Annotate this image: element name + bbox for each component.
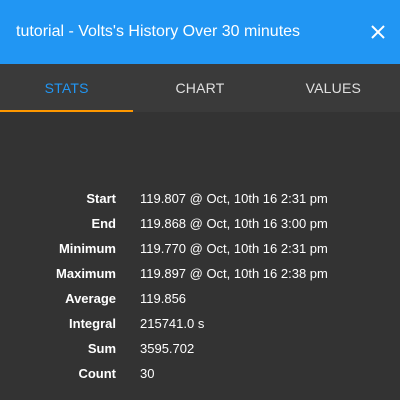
tab-bar: STATS CHART VALUES: [0, 64, 400, 112]
stat-label: End: [91, 216, 116, 231]
tab-stats[interactable]: STATS: [0, 64, 134, 112]
stat-label: Maximum: [56, 266, 116, 281]
dialog-title: tutorial - Volts's History Over 30 minut…: [16, 23, 301, 40]
tab-values[interactable]: VALUES: [267, 64, 400, 112]
stat-row-integral: Integral 215741.0 s: [0, 311, 400, 336]
stats-list: Start 119.807 @ Oct, 10th 16 2:31 pm End…: [0, 186, 400, 386]
stat-value: 119.868 @ Oct, 10th 16 3:00 pm: [140, 216, 328, 231]
stat-row-start: Start 119.807 @ Oct, 10th 16 2:31 pm: [0, 186, 400, 211]
stat-value: 119.897 @ Oct, 10th 16 2:38 pm: [140, 266, 328, 281]
stat-label: Sum: [87, 341, 116, 356]
stat-value: 30: [140, 366, 155, 381]
stat-value: 3595.702: [140, 341, 195, 356]
stat-label: Integral: [69, 316, 116, 331]
stat-row-average: Average 119.856: [0, 286, 400, 311]
close-button[interactable]: [356, 0, 400, 64]
stat-label: Start: [86, 191, 116, 206]
stat-value: 119.770 @ Oct, 10th 16 2:31 pm: [140, 241, 328, 256]
stat-label: Average: [65, 291, 116, 306]
stat-row-count: Count 30: [0, 361, 400, 386]
stat-row-sum: Sum 3595.702: [0, 336, 400, 361]
tab-chart[interactable]: CHART: [133, 64, 266, 112]
stat-label: Minimum: [58, 241, 116, 256]
stat-row-end: End 119.868 @ Oct, 10th 16 3:00 pm: [0, 211, 400, 236]
stat-value: 119.807 @ Oct, 10th 16 2:31 pm: [140, 191, 328, 206]
stat-row-minimum: Minimum 119.770 @ Oct, 10th 16 2:31 pm: [0, 236, 400, 261]
stat-value: 215741.0 s: [140, 316, 205, 331]
dialog-header: tutorial - Volts's History Over 30 minut…: [0, 0, 400, 64]
stats-panel: Start 119.807 @ Oct, 10th 16 2:31 pm End…: [0, 112, 400, 400]
stat-label: Count: [78, 366, 116, 381]
close-icon[interactable]: [370, 24, 386, 40]
stat-value: 119.856: [140, 291, 187, 306]
stat-row-maximum: Maximum 119.897 @ Oct, 10th 16 2:38 pm: [0, 261, 400, 286]
